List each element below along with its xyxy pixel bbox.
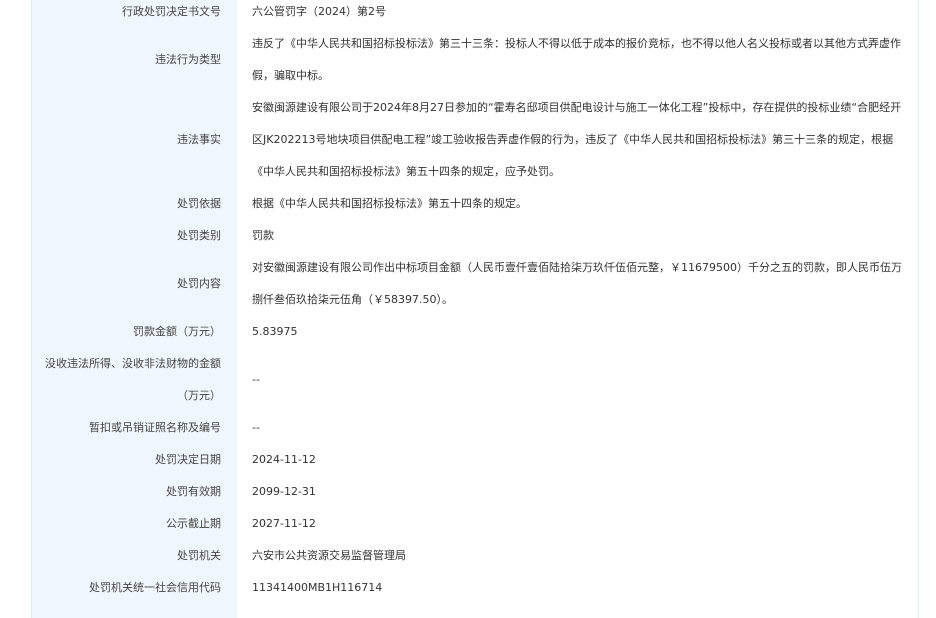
row-validity-period: 处罚有效期 2099-12-31 — [32, 476, 918, 508]
label-decision-date: 处罚决定日期 — [155, 453, 221, 466]
value-publicity-deadline: 2027-11-12 — [252, 517, 316, 530]
penalty-detail-table: 行政处罚决定书文号 六公管罚字（2024）第2号 违法行为类型 违反了《中华人民… — [32, 0, 918, 604]
row-penalty-content: 处罚内容 对安徽闽源建设有限公司作出中标项目金额（人民币壹仟壹佰陆拾柒万玖仟伍佰… — [32, 252, 918, 316]
label-penalty-basis: 处罚依据 — [177, 197, 221, 210]
value-violation-facts: 安徽闽源建设有限公司于2024年8月27日参加的“霍寿名邸项目供配电设计与施工一… — [252, 101, 902, 178]
label-penalty-category: 处罚类别 — [177, 229, 221, 242]
value-penalty-category: 罚款 — [252, 229, 274, 242]
row-violation-facts: 违法事实 安徽闽源建设有限公司于2024年8月27日参加的“霍寿名邸项目供配电设… — [32, 92, 918, 188]
value-confiscation-amount: -- — [252, 373, 260, 386]
penalty-detail-page: 行政处罚决定书文号 六公管罚字（2024）第2号 违法行为类型 违反了《中华人民… — [0, 0, 936, 618]
row-decision-date: 处罚决定日期 2024-11-12 — [32, 444, 918, 476]
value-decision-date: 2024-11-12 — [252, 453, 316, 466]
value-validity-period: 2099-12-31 — [252, 485, 316, 498]
value-license-revocation: -- — [252, 421, 260, 434]
row-license-revocation: 暂扣或吊销证照名称及编号 -- — [32, 412, 918, 444]
row-authority-credit-code: 处罚机关统一社会信用代码 11341400MB1H116714 — [32, 572, 918, 604]
row-publicity-deadline: 公示截止期 2027-11-12 — [32, 508, 918, 540]
label-confiscation-amount: 没收违法所得、没收非法财物的金额（万元） — [45, 357, 221, 402]
row-violation-type: 违法行为类型 违反了《中华人民共和国招标投标法》第三十三条：投标人不得以低于成本… — [32, 28, 918, 92]
label-violation-facts: 违法事实 — [177, 133, 221, 146]
label-authority-credit-code: 处罚机关统一社会信用代码 — [89, 581, 221, 594]
value-penalty-authority: 六安市公共资源交易监督管理局 — [252, 549, 406, 562]
label-fine-amount: 罚款金额（万元） — [133, 325, 221, 338]
value-penalty-basis: 根据《中华人民共和国招标投标法》第五十四条的规定。 — [252, 197, 527, 210]
label-penalty-content: 处罚内容 — [177, 277, 221, 290]
row-penalty-authority: 处罚机关 六安市公共资源交易监督管理局 — [32, 540, 918, 572]
row-fine-amount: 罚款金额（万元） 5.83975 — [32, 316, 918, 348]
value-violation-type: 违反了《中华人民共和国招标投标法》第三十三条：投标人不得以低于成本的报价竞标，也… — [252, 37, 901, 82]
row-penalty-category: 处罚类别 罚款 — [32, 220, 918, 252]
label-license-revocation: 暂扣或吊销证照名称及编号 — [89, 421, 221, 434]
value-decision-number: 六公管罚字（2024）第2号 — [252, 5, 386, 18]
label-violation-type: 违法行为类型 — [155, 53, 221, 66]
value-authority-credit-code: 11341400MB1H116714 — [252, 581, 383, 594]
row-decision-number: 行政处罚决定书文号 六公管罚字（2024）第2号 — [32, 0, 918, 28]
frame-right-border — [918, 0, 919, 618]
value-fine-amount: 5.83975 — [252, 325, 298, 338]
value-penalty-content: 对安徽闽源建设有限公司作出中标项目金额（人民币壹仟壹佰陆拾柒万玖仟伍佰元整，￥1… — [252, 261, 902, 306]
row-penalty-basis: 处罚依据 根据《中华人民共和国招标投标法》第五十四条的规定。 — [32, 188, 918, 220]
label-decision-number: 行政处罚决定书文号 — [122, 5, 221, 18]
label-validity-period: 处罚有效期 — [166, 485, 221, 498]
row-confiscation-amount: 没收违法所得、没收非法财物的金额（万元） -- — [32, 348, 918, 412]
label-penalty-authority: 处罚机关 — [177, 549, 221, 562]
label-publicity-deadline: 公示截止期 — [166, 517, 221, 530]
